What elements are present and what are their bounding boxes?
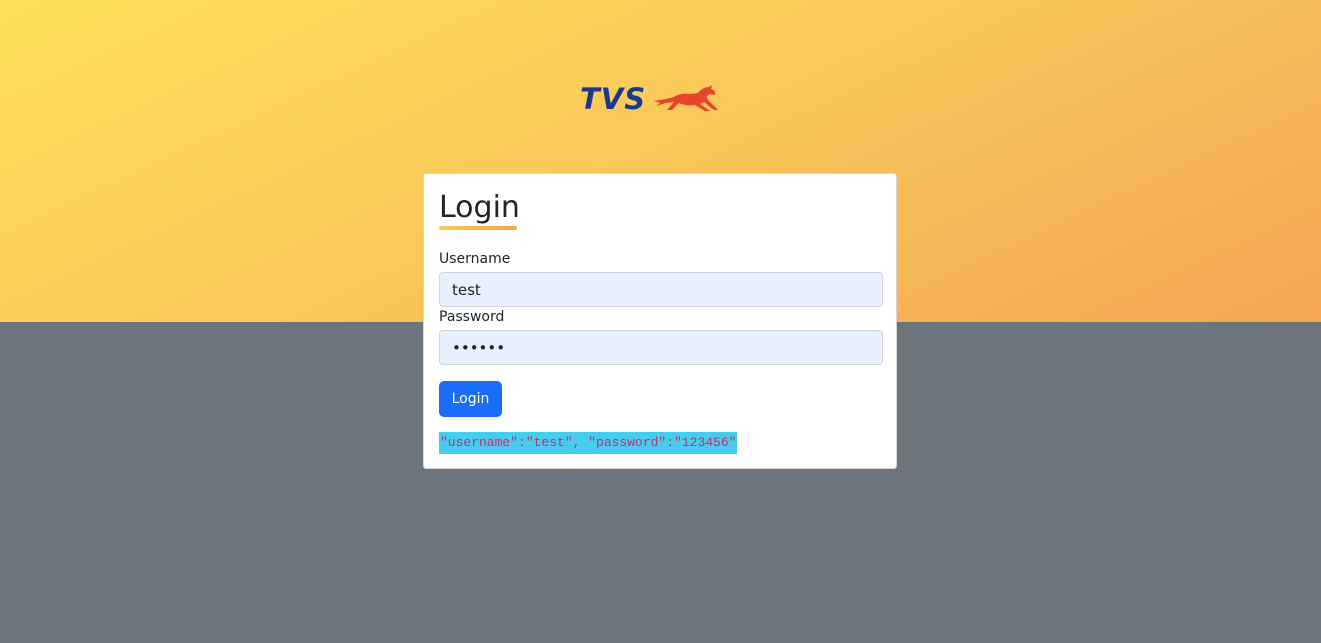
- username-label: Username: [439, 251, 511, 267]
- title-underline: [439, 226, 517, 230]
- brand-logo-text: TVS: [580, 82, 647, 116]
- horse-icon: [654, 85, 719, 111]
- username-input[interactable]: [439, 272, 883, 307]
- debug-credentials-output: "username":"test", "password":"123456": [439, 432, 738, 454]
- login-title: Login: [439, 190, 520, 225]
- login-page: TVS Login Username Password Login "usern…: [0, 0, 1321, 643]
- password-input[interactable]: [439, 330, 883, 365]
- login-card: Login Username Password Login "username"…: [423, 173, 897, 469]
- login-button[interactable]: Login: [439, 381, 502, 417]
- brand-logo: TVS: [580, 82, 728, 116]
- password-label: Password: [439, 309, 505, 325]
